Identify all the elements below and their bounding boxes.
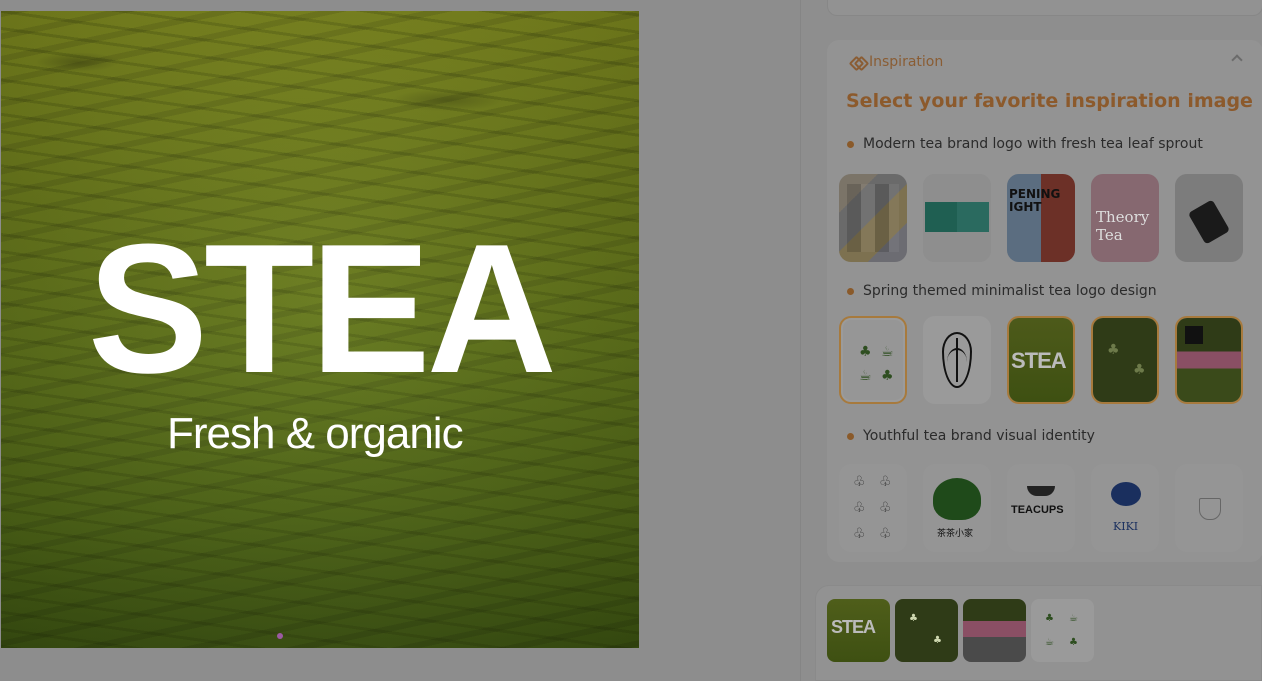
leaf-icon: ♣	[1045, 613, 1054, 624]
leaf-icon: ♧	[853, 474, 866, 490]
leaf-icon: ♧	[879, 526, 892, 542]
bullet-dot	[847, 287, 854, 295]
leaf-icon: ♣	[909, 613, 918, 624]
selected-images-bar: STEA ♣ ♣ ♣ ☕ ☕ ♣	[815, 585, 1262, 681]
group-label-text: Youthful tea brand visual identity	[863, 428, 1095, 444]
inspiration-thumb[interactable]	[923, 174, 991, 262]
thumb-image	[1175, 174, 1243, 262]
leaf-icon: ♣	[1133, 362, 1146, 378]
cup-icon	[1199, 498, 1221, 520]
inspiration-header[interactable]: Inspiration	[851, 54, 943, 70]
inspiration-thumb[interactable]: Theory Tea	[1091, 174, 1159, 262]
leaf-icon: ♧	[853, 500, 866, 516]
teacup-icon	[1027, 486, 1055, 496]
thumb-text: STEA	[831, 617, 876, 637]
thumb-image	[1177, 318, 1241, 402]
thumb-text: Theory Tea	[1096, 208, 1150, 244]
inspiration-thumb[interactable]	[839, 174, 907, 262]
inspiration-thumb-selected[interactable]: STEA	[1007, 316, 1075, 404]
leaf-icon: ♧	[879, 500, 892, 516]
thumb-text: KIKI	[1113, 520, 1139, 533]
chevron-up-icon[interactable]	[1231, 54, 1243, 66]
cup-icon: ☕	[881, 344, 894, 360]
thumb-image	[839, 174, 907, 262]
cup-icon: ☕	[1045, 637, 1054, 648]
leaf-icon: ♣	[1069, 637, 1078, 648]
link-icon	[851, 57, 863, 67]
cup-icon: ☕	[859, 368, 872, 384]
leaf-icon: ♣	[933, 635, 942, 646]
inspiration-thumb[interactable]	[1175, 464, 1243, 552]
right-panel: Inspiration Select your favorite inspira…	[800, 0, 1262, 681]
bullet-dot	[847, 432, 854, 440]
thumb-image	[923, 174, 991, 262]
cursor-dot	[277, 633, 283, 639]
inspiration-row-3: ♧ ♧ ♧ ♧ ♧ ♧ 茶茶小家 TEACUPS KIKI	[839, 464, 1243, 552]
thumb-image	[1093, 318, 1157, 402]
thumb-text: TEACUPS	[1011, 504, 1064, 516]
bullet-dot	[847, 140, 854, 148]
inspiration-title: Select your favorite inspiration image	[846, 90, 1253, 112]
inspiration-thumb-selected[interactable]	[1175, 316, 1243, 404]
inspiration-thumb[interactable]: KIKI	[1091, 464, 1159, 552]
selected-thumb[interactable]: ♣ ♣	[895, 599, 958, 662]
inspiration-row-2: ♣ ☕ ☕ ♣ STEA ♣ ♣	[839, 316, 1243, 404]
generated-image-preview[interactable]: STEA Fresh & organic	[1, 11, 639, 648]
inspiration-group-label: Spring themed minimalist tea logo design	[847, 283, 1157, 299]
brand-logo-text: STEA	[87, 205, 557, 411]
thumb-text: 茶茶小家	[937, 529, 974, 539]
selected-thumb[interactable]: STEA	[827, 599, 890, 662]
cup-icon: ☕	[1069, 613, 1078, 624]
leaf-icon: ♣	[1107, 342, 1120, 358]
leaf-icon: ♣	[859, 344, 872, 360]
inspiration-card: Inspiration Select your favorite inspira…	[827, 40, 1262, 562]
inspiration-thumb[interactable]	[1175, 174, 1243, 262]
group-label-text: Modern tea brand logo with fresh tea lea…	[863, 136, 1203, 152]
inspiration-thumb[interactable]: PENING IGHT	[1007, 174, 1075, 262]
selected-thumb[interactable]	[963, 599, 1026, 662]
inspiration-thumb[interactable]: TEACUPS	[1007, 464, 1075, 552]
inspiration-row-1: PENING IGHT Theory Tea	[839, 174, 1243, 262]
prompt-field[interactable]	[827, 0, 1262, 16]
leaf-icon: ♧	[853, 526, 866, 542]
inspiration-thumb[interactable]	[923, 316, 991, 404]
inspiration-thumb-selected[interactable]: ♣ ☕ ☕ ♣	[839, 316, 907, 404]
inspiration-group-label: Youthful tea brand visual identity	[847, 428, 1095, 444]
thumb-text: PENING IGHT	[1009, 187, 1061, 215]
tree-logo-icon	[933, 478, 981, 520]
selected-thumb[interactable]: ♣ ☕ ☕ ♣	[1031, 599, 1094, 662]
teapot-icon	[1111, 482, 1141, 506]
inspiration-thumb[interactable]: 茶茶小家	[923, 464, 991, 552]
inspiration-header-label: Inspiration	[869, 54, 944, 70]
brand-tagline: Fresh & organic	[167, 409, 464, 458]
canvas-area: STEA Fresh & organic	[0, 0, 800, 681]
leaf-icon: ♣	[881, 368, 894, 384]
inspiration-group-label: Modern tea brand logo with fresh tea lea…	[847, 136, 1203, 152]
inspiration-thumb-selected[interactable]: ♣ ♣	[1091, 316, 1159, 404]
inspiration-thumb[interactable]: ♧ ♧ ♧ ♧ ♧ ♧	[839, 464, 907, 552]
group-label-text: Spring themed minimalist tea logo design	[863, 283, 1157, 299]
leaf-logo-icon	[942, 332, 972, 388]
thumb-text: STEA	[1011, 348, 1067, 373]
leaf-icon: ♧	[879, 474, 892, 490]
